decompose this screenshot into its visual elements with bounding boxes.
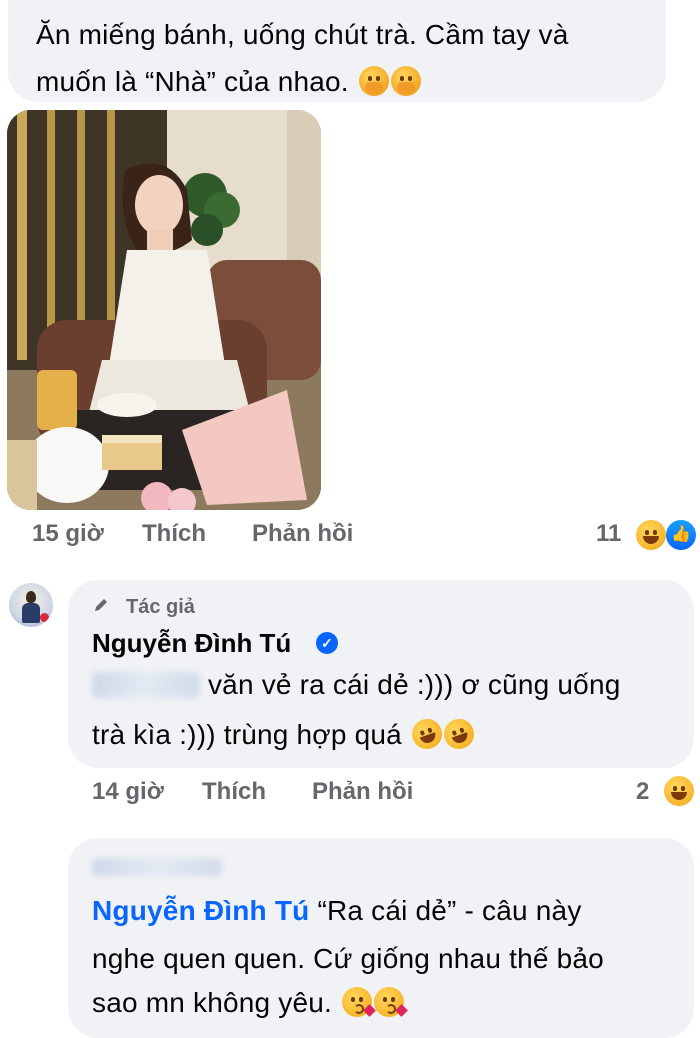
comment-text-line: văn vẻ ra cái dẻ :))) ơ cũng uống <box>92 660 621 710</box>
blurred-name <box>92 858 222 876</box>
comment-actions: 15 giờ Thích Phản hồi <box>0 520 700 550</box>
avatar[interactable] <box>9 583 53 627</box>
laughing-emoji[interactable] <box>664 776 694 806</box>
blurred-name <box>92 672 200 698</box>
pencil-icon <box>92 596 110 614</box>
reply-bubble: Tác giả Nguyễn Đình Tú ✓ văn vẻ ra cái d… <box>68 580 694 768</box>
laughing-emoji[interactable] <box>636 520 666 550</box>
reaction-count[interactable]: 2 <box>636 778 649 806</box>
reaction-count[interactable]: 11 <box>596 520 621 548</box>
like-button[interactable]: Thích <box>142 520 206 548</box>
like-icon[interactable]: 👍 <box>664 518 698 552</box>
comment-text-line: nghe quen quen. Cứ giống nhau thế bảo <box>92 943 604 974</box>
like-button[interactable]: Thích <box>202 778 266 806</box>
reply-button[interactable]: Phản hồi <box>252 520 353 548</box>
comment-text: “Ra cái dẻ” - câu này <box>317 895 582 926</box>
comment-text: sao mn không yêu. <box>92 987 332 1018</box>
mention-link[interactable]: Nguyễn Đình Tú <box>92 895 309 926</box>
kissing-emoji <box>341 987 376 1017</box>
hand-over-mouth-emoji <box>390 66 421 96</box>
comment-text-line: Ăn miếng bánh, uống chút trà. Cầm tay và <box>36 19 569 50</box>
kissing-emoji <box>373 987 408 1017</box>
comment-time[interactable]: 14 giờ <box>92 778 164 806</box>
comment-text-line: muốn là “Nhà” của nhao. <box>36 57 421 107</box>
reply-bubble: Nguyễn Đình Tú “Ra cái dẻ” - câu này ngh… <box>68 838 694 1038</box>
comment-photo[interactable] <box>7 110 321 510</box>
author-name[interactable]: Nguyễn Đình Tú <box>92 628 291 659</box>
comment-time[interactable]: 15 giờ <box>32 520 104 548</box>
photo-image <box>7 110 321 510</box>
comment-text-line: trà kìa :))) trùng hợp quá <box>92 710 479 760</box>
comment-text: trà kìa :))) trùng hợp quá <box>92 719 402 750</box>
comment-text: muốn là “Nhà” của nhao. <box>36 66 349 97</box>
rolling-laughing-emoji <box>407 714 447 754</box>
rolling-laughing-emoji <box>439 714 479 754</box>
verified-icon: ✓ <box>316 632 338 654</box>
comment-text: văn vẻ ra cái dẻ :))) ơ cũng uống <box>207 669 621 700</box>
hand-over-mouth-emoji <box>358 66 389 96</box>
reply-button[interactable]: Phản hồi <box>312 778 413 806</box>
reply-actions: 14 giờ Thích Phản hồi <box>0 778 700 808</box>
comment-bubble: Ăn miếng bánh, uống chút trà. Cầm tay và… <box>8 0 666 102</box>
comment-text-line: Nguyễn Đình Tú “Ra cái dẻ” - câu này <box>92 886 582 936</box>
comment-text-line: sao mn không yêu. <box>92 978 408 1028</box>
author-badge: Tác giả <box>126 596 195 618</box>
